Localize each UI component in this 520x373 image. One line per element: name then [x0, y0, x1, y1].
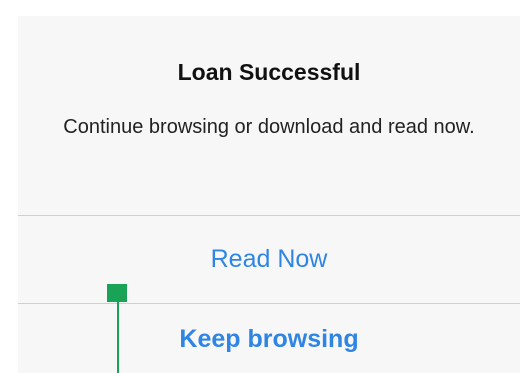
read-now-button[interactable]: Read Now: [18, 216, 520, 303]
pointer-marker-line: [117, 300, 119, 373]
keep-browsing-button[interactable]: Keep browsing: [18, 304, 520, 373]
alert-message: Continue browsing or download and read n…: [63, 116, 475, 138]
loan-successful-alert: Loan Successful Continue browsing or dow…: [18, 16, 520, 373]
alert-body: Loan Successful Continue browsing or dow…: [18, 16, 520, 215]
alert-title: Loan Successful: [177, 59, 361, 85]
